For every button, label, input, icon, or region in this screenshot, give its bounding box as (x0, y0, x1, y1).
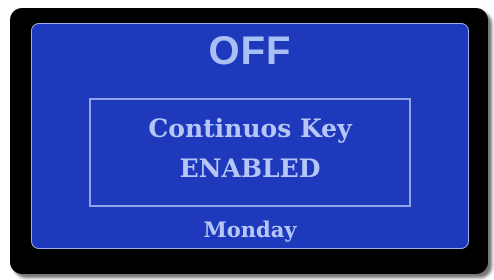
device-bezel: OFF Continuos Key ENABLED Monday (10, 8, 488, 274)
power-status-text: OFF (208, 29, 292, 73)
key-mode-box: Continuos Key ENABLED (89, 98, 411, 207)
key-mode-state: ENABLED (179, 154, 321, 183)
display-screen: OFF Continuos Key ENABLED Monday (31, 23, 469, 249)
day-label: Monday (203, 217, 297, 242)
key-mode-label: Continuos Key (148, 114, 352, 143)
